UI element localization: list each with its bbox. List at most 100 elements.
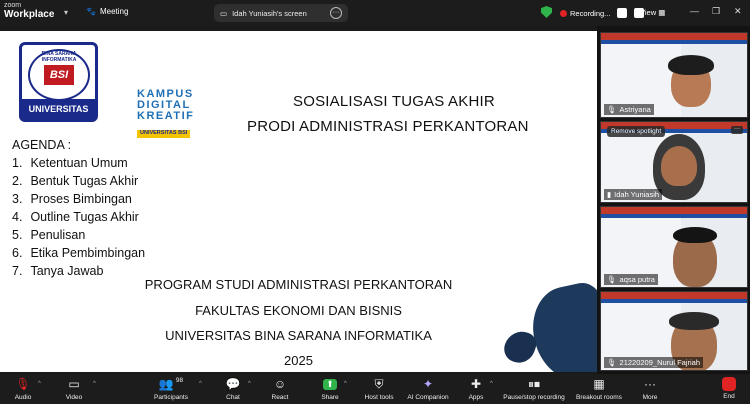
- mic-muted-icon: 🎙: [607, 275, 617, 284]
- view-grid-icon: ▦: [658, 8, 666, 17]
- meeting-menu[interactable]: 🐾 Meeting: [86, 7, 128, 16]
- signal-icon: ▮: [607, 190, 612, 199]
- apps-icon: ✚: [470, 377, 482, 391]
- apps-button[interactable]: ✚ Apps: [464, 376, 488, 401]
- more-label: More: [642, 394, 658, 401]
- share-button[interactable]: ⬆ Share: [318, 376, 342, 401]
- meeting-label: Meeting: [99, 7, 129, 16]
- chat-button[interactable]: 💬 Chat: [222, 376, 244, 401]
- video-tile[interactable]: 🎙 21220209_Nurul Fajriah: [600, 291, 748, 371]
- participants-label: Participants: [154, 394, 188, 401]
- ai-companion-button[interactable]: ✦ AI Companion: [404, 376, 452, 401]
- chevron-up-icon[interactable]: ^: [93, 381, 96, 387]
- chevron-up-icon[interactable]: ^: [248, 381, 251, 387]
- agenda-text: Bentuk Tugas Akhir: [30, 174, 139, 188]
- video-tile-spotlight[interactable]: Remove spotlight ··· ▮ Idah Yuniasih: [600, 121, 748, 203]
- chevron-up-icon[interactable]: ^: [490, 381, 493, 387]
- agenda-num: 6.: [12, 246, 23, 260]
- smile-icon: ☺: [273, 377, 287, 391]
- share-label: Share: [321, 394, 339, 401]
- bsi-logo: BINA SARANA INFORMATIKA BSI UNIVERSITAS: [19, 42, 98, 122]
- participant-name: 🎙 21220209_Nurul Fajriah: [604, 357, 704, 368]
- mic-muted-icon: 🎙: [607, 358, 617, 367]
- participant-name: ▮ Idah Yuniasih: [604, 189, 663, 200]
- audio-label: Audio: [14, 394, 32, 401]
- chevron-up-icon[interactable]: ^: [344, 381, 347, 387]
- pause-recording-label: Pause/stop recording: [503, 394, 565, 401]
- agenda-num: 1.: [12, 156, 23, 170]
- video-button[interactable]: ▭ Video: [60, 376, 88, 401]
- host-tools-label: Host tools: [364, 394, 394, 401]
- participants-button[interactable]: 👥 98 Participants: [150, 376, 192, 402]
- breakout-rooms-button[interactable]: ▦ Breakout rooms: [574, 376, 624, 401]
- mic-muted-icon: 🎙: [15, 377, 31, 391]
- top-bar: zoom Workplace ▾ 🐾 Meeting ▭ Idah Yunias…: [0, 0, 750, 26]
- shared-slide: BINA SARANA INFORMATIKA BSI UNIVERSITAS …: [0, 31, 597, 372]
- participant-video: [661, 146, 697, 186]
- screen-share-pill[interactable]: ▭ Idah Yuniasih's screen ···: [214, 4, 348, 22]
- chevron-down-icon[interactable]: ▾: [64, 8, 68, 17]
- participant-name: 🎙 aqsa putra: [604, 274, 658, 285]
- agenda-item: 1. Ketentuan Umum: [12, 154, 145, 172]
- react-button[interactable]: ☺ React: [268, 376, 292, 401]
- agenda-item: 5. Penulisan: [12, 226, 145, 244]
- slide-title-line1: SOSIALISASI TUGAS AKHIR: [293, 93, 495, 110]
- share-label: Idah Yuniasih's screen: [232, 8, 307, 18]
- paw-icon: 🐾: [86, 7, 96, 16]
- chevron-up-icon[interactable]: ^: [199, 381, 202, 387]
- participant-name: 🎙 Astriyana: [604, 104, 654, 115]
- participants-count: 98: [175, 376, 184, 384]
- recording-label: Recording...: [570, 8, 611, 18]
- participants-icon: 👥: [158, 377, 174, 391]
- audio-button[interactable]: 🎙 Audio: [10, 376, 36, 401]
- agenda-text: Outline Tugas Akhir: [30, 210, 139, 224]
- view-button[interactable]: View ▦: [640, 8, 665, 17]
- pause-stop-recording-button[interactable]: ⏸⏹ Pause/stop recording: [500, 376, 568, 402]
- record-dot-icon: [560, 9, 567, 17]
- video-label: Video: [65, 394, 83, 401]
- more-icon[interactable]: ···: [330, 7, 342, 19]
- agenda-heading: AGENDA :: [12, 138, 72, 152]
- remove-spotlight-button[interactable]: Remove spotlight: [607, 126, 666, 137]
- more-icon[interactable]: ···: [731, 126, 743, 134]
- pause-icon[interactable]: [617, 8, 628, 18]
- view-label: View: [640, 8, 657, 17]
- chevron-up-icon[interactable]: ^: [38, 381, 41, 387]
- kampus-line3: KREATIF: [137, 110, 195, 122]
- logo-mark: BSI: [44, 65, 74, 85]
- close-icon[interactable]: ✕: [734, 6, 742, 17]
- agenda-item: 2. Bentuk Tugas Akhir: [12, 172, 145, 190]
- video-panel: 🎙 Astriyana Remove spotlight ··· ▮ Idah Yu…: [597, 26, 750, 374]
- pause-record-icon: ⏸⏹: [527, 376, 540, 391]
- meeting-toolbar: 🎙 Audio ^ ▭ Video ^ 👥 98 Participants ^ 💬…: [0, 374, 750, 404]
- agenda-text: Proses Bimbingan: [30, 192, 132, 206]
- agenda-text: Ketentuan Umum: [30, 156, 128, 170]
- slide-title-line2: PRODI ADMINISTRASI PERKANTORAN: [247, 118, 529, 135]
- agenda-num: 2.: [12, 174, 23, 188]
- more-button[interactable]: ··· More: [636, 376, 664, 401]
- more-icon: ···: [644, 377, 656, 391]
- restore-icon[interactable]: ❐: [712, 6, 720, 17]
- logo-universitas: UNIVERSITAS: [22, 99, 95, 119]
- video-tile[interactable]: 🎙 Astriyana: [600, 32, 748, 118]
- kampus-digital-logo: KAMPUS DIGITAL KREATIF UNIVERSITAS BSI: [137, 89, 194, 138]
- sparkle-icon: ✦: [422, 377, 434, 391]
- ai-companion-label: AI Companion: [407, 394, 449, 401]
- host-tools-button[interactable]: ⛨ Host tools: [362, 376, 396, 402]
- brand-name: Workplace: [4, 9, 55, 20]
- brand-top: zoom: [4, 2, 22, 9]
- recording-status: Recording...: [560, 8, 645, 18]
- mic-muted-icon: 🎙: [607, 105, 617, 114]
- logo-emblem: BINA SARANA INFORMATIKA BSI: [28, 49, 90, 101]
- chat-icon: 💬: [225, 377, 241, 391]
- video-tile[interactable]: 🎙 aqsa putra: [600, 206, 748, 288]
- shield-icon[interactable]: [541, 6, 552, 18]
- breakout-grid-icon: ▦: [593, 377, 605, 391]
- agenda-num: 5.: [12, 228, 23, 242]
- minimize-icon[interactable]: —: [690, 6, 699, 16]
- react-label: React: [271, 394, 289, 401]
- end-button[interactable]: End: [716, 377, 742, 401]
- camera-icon: ▭: [68, 377, 80, 391]
- agenda-text: Penulisan: [30, 228, 86, 242]
- share-arrow-icon: ⬆: [323, 378, 337, 390]
